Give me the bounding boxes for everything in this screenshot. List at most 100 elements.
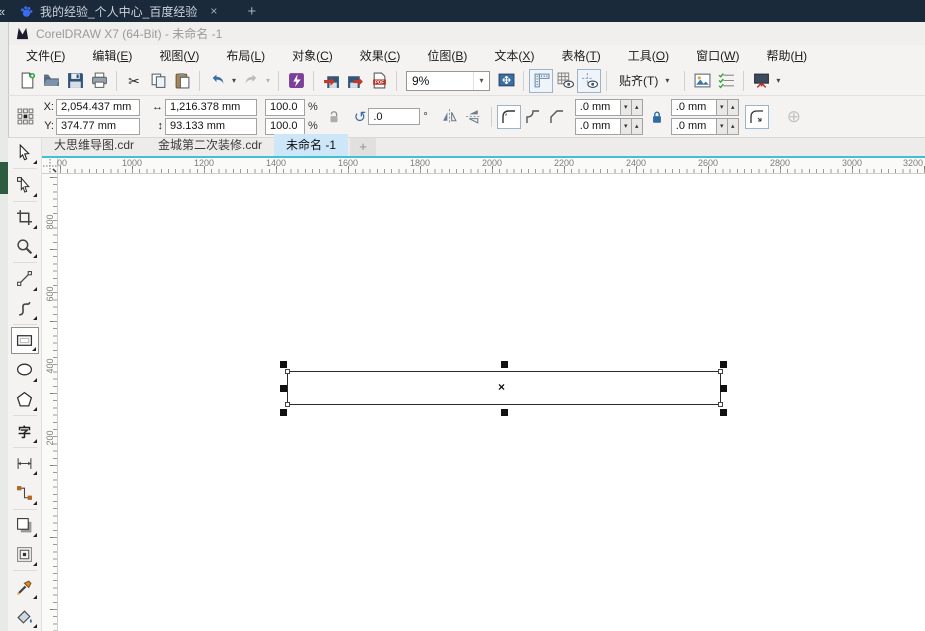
application-launcher-button[interactable] bbox=[284, 69, 308, 93]
freehand-tool[interactable] bbox=[11, 265, 39, 292]
contour-tool[interactable] bbox=[11, 541, 39, 568]
round-corner-button[interactable] bbox=[496, 104, 521, 129]
menu-item-c[interactable]: 效果(C) bbox=[351, 45, 410, 66]
scale-horizontal-field[interactable]: 100.0 bbox=[265, 98, 305, 116]
selection-handle-bottom-right[interactable] bbox=[720, 409, 727, 416]
new-tab-button[interactable]: + bbox=[247, 3, 256, 20]
spin-up-icon[interactable]: ▴ bbox=[631, 117, 643, 135]
rotation-angle-field[interactable]: .0 bbox=[368, 108, 421, 125]
selection-handle-mid-right[interactable] bbox=[720, 385, 727, 392]
shape-tool[interactable] bbox=[11, 171, 39, 198]
dimension-tool[interactable] bbox=[11, 450, 39, 477]
document-tab[interactable]: 金城第二次装修.cdr bbox=[146, 134, 274, 156]
lock-ratio-button[interactable] bbox=[322, 105, 346, 129]
menu-item-v[interactable]: 视图(V) bbox=[150, 45, 208, 66]
spin-down-icon[interactable]: ▾ bbox=[620, 98, 632, 116]
zoom-combo-caret-icon[interactable]: ▾ bbox=[473, 71, 489, 90]
print-button[interactable] bbox=[87, 69, 111, 93]
rectangle-tool[interactable] bbox=[10, 326, 39, 355]
corner-node[interactable] bbox=[718, 402, 723, 407]
redo-dropdown-caret[interactable]: ▾ bbox=[263, 76, 273, 85]
menu-item-l[interactable]: 布局(L) bbox=[217, 45, 274, 66]
corner-radius-br-field[interactable]: .0 mm bbox=[670, 117, 717, 135]
menu-item-x[interactable]: 文本(X) bbox=[485, 45, 543, 66]
vertical-ruler[interactable]: 800 600 400 200 bbox=[42, 174, 58, 631]
zoom-level-combo[interactable]: 9% ▾ bbox=[406, 70, 490, 91]
edit-corners-together-lock[interactable] bbox=[645, 105, 669, 129]
text-tool[interactable]: 字 bbox=[11, 418, 39, 445]
menu-item-b[interactable]: 位图(B) bbox=[418, 45, 476, 66]
presentation-caret-icon[interactable]: ▾ bbox=[773, 76, 783, 85]
presentation-button[interactable] bbox=[749, 69, 773, 93]
copy-button[interactable] bbox=[146, 69, 170, 93]
mirror-horizontal-button[interactable] bbox=[438, 105, 462, 129]
x-position-field[interactable]: 2,054.437 mm bbox=[56, 98, 140, 116]
undo-dropdown-caret[interactable]: ▾ bbox=[229, 76, 239, 85]
menu-item-e[interactable]: 编辑(E) bbox=[83, 45, 141, 66]
chamfered-corner-button[interactable] bbox=[545, 105, 569, 129]
menu-item-t[interactable]: 表格(T) bbox=[552, 45, 609, 66]
back-chevron-icon[interactable]: « bbox=[0, 4, 10, 19]
fill-tool[interactable] bbox=[11, 603, 39, 630]
ruler-origin-button[interactable] bbox=[42, 158, 58, 174]
connector-tool[interactable] bbox=[11, 479, 39, 506]
import-button[interactable] bbox=[319, 69, 343, 93]
relative-corner-scaling-button[interactable] bbox=[744, 104, 769, 129]
crop-tool[interactable] bbox=[11, 204, 39, 231]
y-position-field[interactable]: 374.77 mm bbox=[56, 117, 140, 135]
menu-item-w[interactable]: 窗口(W) bbox=[687, 45, 748, 66]
tab-close-icon[interactable]: × bbox=[210, 4, 217, 18]
new-document-button[interactable] bbox=[15, 69, 39, 93]
customization-button[interactable] bbox=[714, 69, 738, 93]
corner-radius-tl-field[interactable]: .0 mm bbox=[574, 98, 621, 116]
scale-vertical-field[interactable]: 100.0 bbox=[265, 117, 305, 135]
publish-pdf-button[interactable] bbox=[367, 69, 391, 93]
spin-down-icon[interactable]: ▾ bbox=[620, 117, 632, 135]
object-width-field[interactable]: 1,216.378 mm bbox=[165, 98, 257, 116]
horizontal-ruler[interactable]: 00 1000 1200 1400 1600 1800 2000 2200 2400 2600 28… bbox=[57, 158, 925, 174]
menu-item-h[interactable]: 帮助(H) bbox=[757, 45, 816, 66]
selection-handle-top-right[interactable] bbox=[720, 361, 727, 368]
corner-node[interactable] bbox=[718, 369, 723, 374]
spin-down-icon[interactable]: ▾ bbox=[716, 117, 728, 135]
options-button[interactable] bbox=[690, 69, 714, 93]
mirror-vertical-button[interactable] bbox=[462, 105, 486, 129]
browser-tab[interactable]: 我的经验_个人中心_百度经验 × bbox=[10, 0, 225, 22]
drawing-canvas[interactable]: × bbox=[58, 174, 925, 631]
corner-radius-tr-field[interactable]: .0 mm bbox=[670, 98, 717, 116]
spin-up-icon[interactable]: ▴ bbox=[727, 117, 739, 135]
undo-button[interactable] bbox=[205, 69, 229, 93]
menu-item-f[interactable]: 文件(F) bbox=[17, 45, 74, 66]
object-center-mark[interactable]: × bbox=[498, 380, 505, 394]
spin-up-icon[interactable]: ▴ bbox=[631, 98, 643, 116]
redo-button[interactable] bbox=[239, 69, 263, 93]
menu-item-c[interactable]: 对象(C) bbox=[283, 45, 342, 66]
show-guidelines-toggle[interactable] bbox=[577, 68, 601, 93]
corner-node[interactable] bbox=[285, 369, 290, 374]
pick-tool[interactable] bbox=[11, 139, 39, 166]
corner-node[interactable] bbox=[285, 402, 290, 407]
menu-item-o[interactable]: 工具(O) bbox=[619, 45, 678, 66]
selection-handle-top-left[interactable] bbox=[280, 361, 287, 368]
scalloped-corner-button[interactable] bbox=[521, 105, 545, 129]
snap-to-dropdown[interactable]: 贴齐(T) ▾ bbox=[612, 69, 679, 92]
selection-handle-top-center[interactable] bbox=[501, 361, 508, 368]
ellipse-tool[interactable] bbox=[11, 356, 39, 383]
eyedropper-tool[interactable] bbox=[11, 573, 39, 600]
new-document-tab-button[interactable]: + bbox=[350, 138, 377, 156]
selection-handle-mid-left[interactable] bbox=[280, 385, 287, 392]
export-button[interactable] bbox=[343, 69, 367, 93]
full-screen-preview-button[interactable] bbox=[494, 69, 518, 93]
cut-button[interactable]: ✂ bbox=[122, 69, 146, 93]
document-tab[interactable]: 大思维导图.cdr bbox=[42, 134, 146, 156]
object-height-field[interactable]: 93.133 mm bbox=[165, 117, 257, 135]
open-button[interactable] bbox=[39, 69, 63, 93]
spin-up-icon[interactable]: ▴ bbox=[727, 98, 739, 116]
corner-radius-bl-field[interactable]: .0 mm bbox=[574, 117, 621, 135]
paste-button[interactable] bbox=[170, 69, 194, 93]
show-rulers-toggle[interactable] bbox=[529, 68, 553, 93]
selection-handle-bottom-left[interactable] bbox=[280, 409, 287, 416]
drop-shadow-tool[interactable] bbox=[11, 512, 39, 539]
save-button[interactable] bbox=[63, 69, 87, 93]
polygon-tool[interactable] bbox=[11, 386, 39, 413]
